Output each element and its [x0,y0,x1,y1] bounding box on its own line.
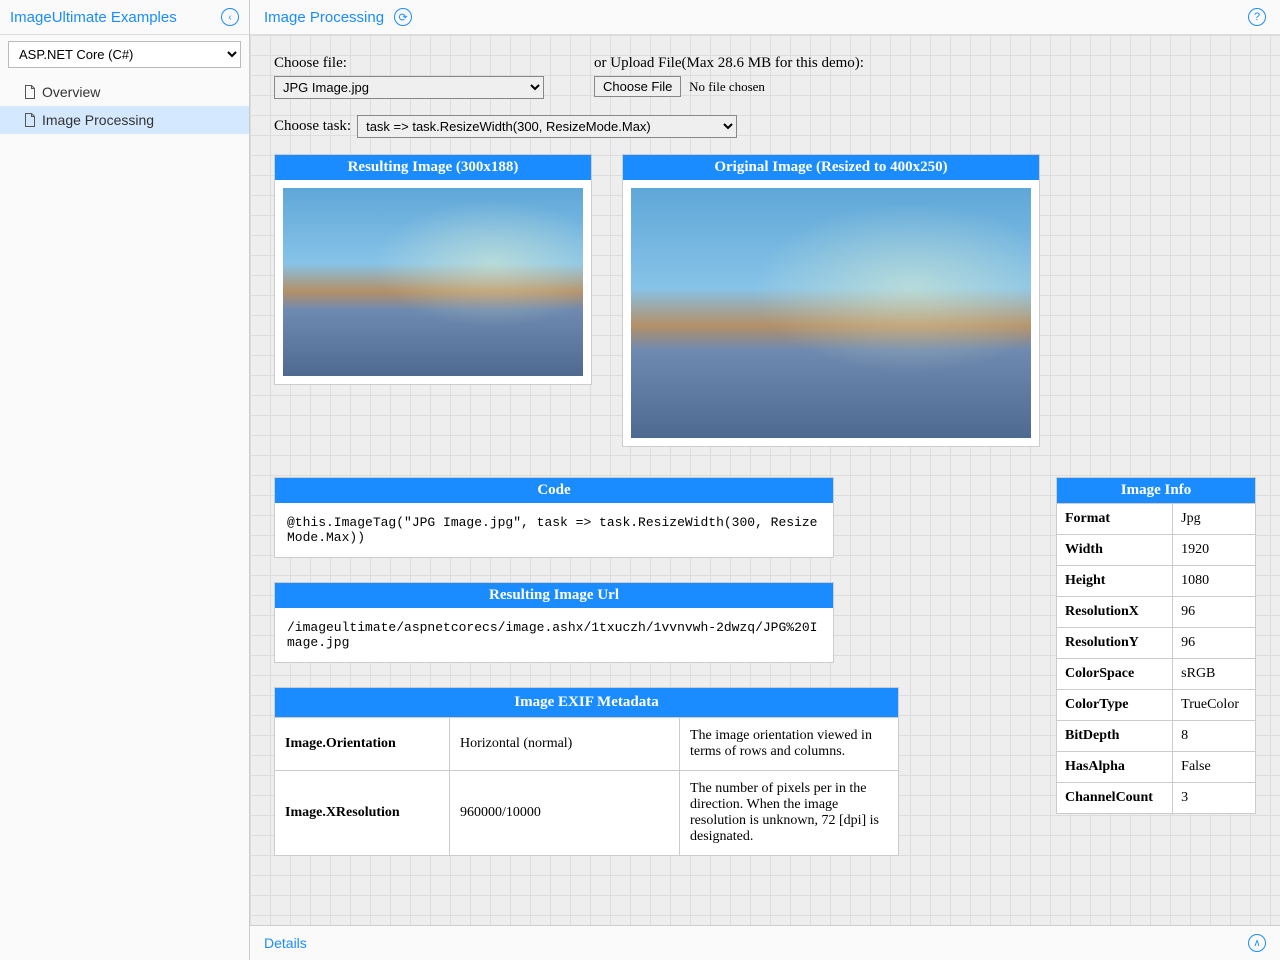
file-icon [24,85,36,99]
nav-item-overview[interactable]: Overview [0,78,249,106]
resulting-image [283,188,583,376]
info-val: 3 [1173,783,1256,814]
page-title: Image Processing [264,9,384,26]
info-val: sRGB [1173,659,1256,690]
info-val: False [1173,752,1256,783]
upload-file-label: or Upload File(Max 28.6 MB for this demo… [594,55,864,72]
collapse-sidebar-icon[interactable]: ‹ [221,8,239,26]
exif-val: 960000/10000 [450,771,680,856]
info-key: ResolutionX [1057,597,1173,628]
nav-item-label: Overview [42,84,100,100]
resulting-image-header: Resulting Image (300x188) [275,155,591,180]
file-icon [24,113,36,127]
info-key: Height [1057,566,1173,597]
info-row: ResolutionX96 [1057,597,1256,628]
original-image [631,188,1031,438]
info-row: ResolutionY96 [1057,628,1256,659]
original-image-header: Original Image (Resized to 400x250) [623,155,1039,180]
info-key: HasAlpha [1057,752,1173,783]
resulting-image-card: Resulting Image (300x188) [274,154,592,385]
sidebar-title: ImageUltimate Examples [10,9,177,26]
exif-val: Horizontal (normal) [450,718,680,771]
refresh-icon[interactable]: ⟳ [394,8,412,26]
info-row: FormatJpg [1057,504,1256,535]
nav-item-image-processing[interactable]: Image Processing [0,106,249,134]
code-panel-header: Code [275,478,833,503]
info-row: ColorSpacesRGB [1057,659,1256,690]
info-row: ChannelCount3 [1057,783,1256,814]
image-info-table: Image Info FormatJpgWidth1920Height1080R… [1056,477,1256,814]
info-row: ColorTypeTrueColor [1057,690,1256,721]
exif-desc: The image orientation viewed in terms of… [680,718,899,771]
choose-file-button[interactable]: Choose File [594,76,681,97]
info-row: HasAlphaFalse [1057,752,1256,783]
no-file-text: No file chosen [689,79,765,94]
exif-key: Image.XResolution [275,771,450,856]
details-label: Details [264,935,307,951]
help-icon[interactable]: ? [1248,8,1266,26]
code-panel-body: @this.ImageTag("JPG Image.jpg", task => … [275,503,833,557]
info-row: BitDepth8 [1057,721,1256,752]
info-val: 8 [1173,721,1256,752]
exif-row: Image.OrientationHorizontal (normal)The … [275,718,899,771]
info-row: Width1920 [1057,535,1256,566]
exif-header: Image EXIF Metadata [275,688,899,718]
info-val: 96 [1173,628,1256,659]
exif-desc: The number of pixels per in the directio… [680,771,899,856]
sidebar: ImageUltimate Examples ‹ ASP.NET Core (C… [0,0,250,960]
task-select[interactable]: task => task.ResizeWidth(300, ResizeMode… [357,115,737,138]
info-key: ChannelCount [1057,783,1173,814]
original-image-card: Original Image (Resized to 400x250) [622,154,1040,447]
image-info-header: Image Info [1057,478,1256,504]
info-key: Width [1057,535,1173,566]
info-key: Format [1057,504,1173,535]
info-val: 1080 [1173,566,1256,597]
info-key: ResolutionY [1057,628,1173,659]
details-bar[interactable]: Details ∧ [250,925,1280,960]
choose-task-label: Choose task: [274,118,351,135]
exif-key: Image.Orientation [275,718,450,771]
info-val: 96 [1173,597,1256,628]
file-select[interactable]: JPG Image.jpg [274,76,544,99]
info-key: BitDepth [1057,721,1173,752]
info-val: 1920 [1173,535,1256,566]
info-val: TrueColor [1173,690,1256,721]
info-key: ColorSpace [1057,659,1173,690]
exif-row: Image.XResolution960000/10000The number … [275,771,899,856]
nav-list: Overview Image Processing [0,74,249,138]
main-header: Image Processing ⟳ ? [250,0,1280,35]
expand-details-icon[interactable]: ∧ [1248,934,1266,952]
info-row: Height1080 [1057,566,1256,597]
url-panel-header: Resulting Image Url [275,583,833,608]
info-key: ColorType [1057,690,1173,721]
framework-select[interactable]: ASP.NET Core (C#) [8,41,241,68]
choose-file-label: Choose file: [274,55,544,72]
nav-item-label: Image Processing [42,112,154,128]
content-area: Choose file: JPG Image.jpg or Upload Fil… [250,35,1280,925]
url-panel-body: /imageultimate/aspnetcorecs/image.ashx/1… [275,608,833,662]
info-val: Jpg [1173,504,1256,535]
exif-table: Image EXIF Metadata Image.OrientationHor… [274,687,899,856]
